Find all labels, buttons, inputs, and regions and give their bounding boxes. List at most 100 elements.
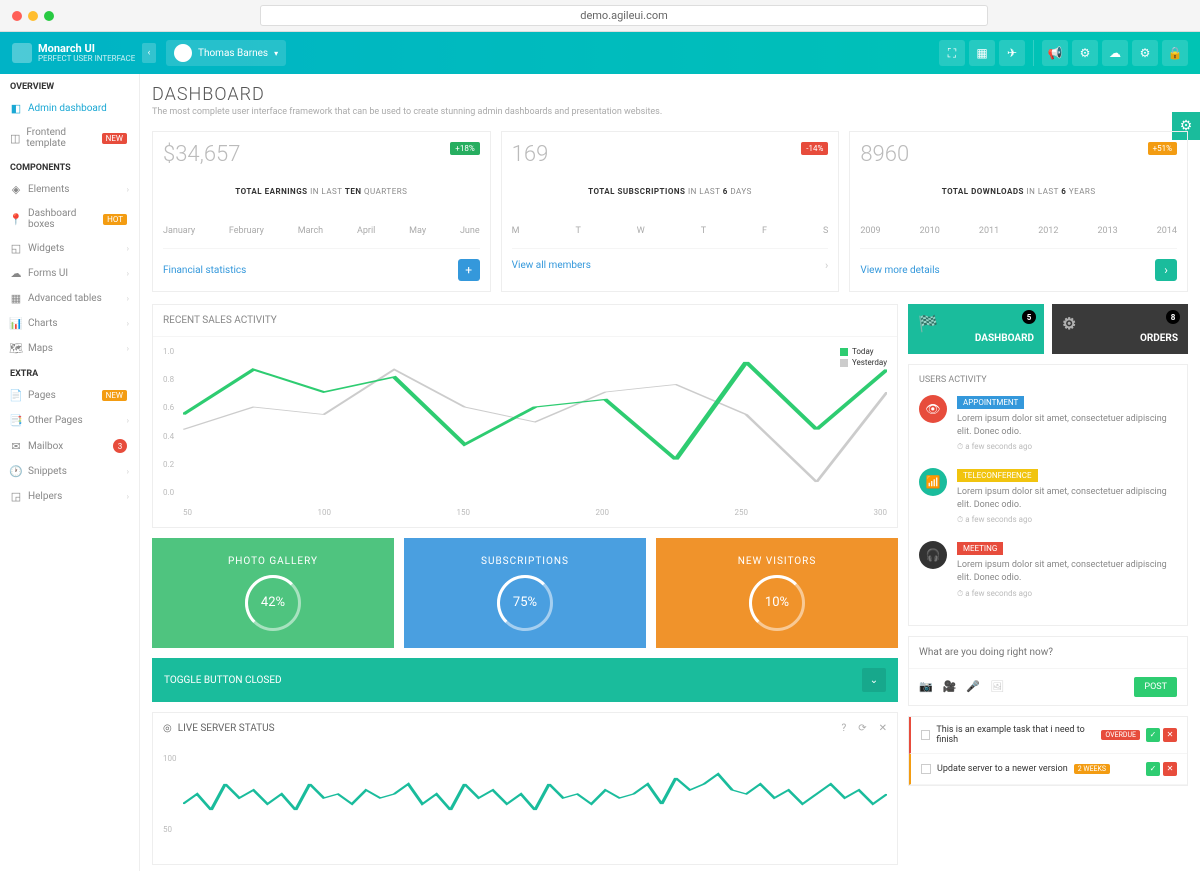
nav-charts[interactable]: 📊Charts› — [0, 311, 139, 336]
target-icon: ◎ — [163, 723, 172, 734]
nav-helpers[interactable]: ◲Helpers› — [0, 484, 139, 509]
url-bar[interactable]: demo.agileui.com — [260, 5, 988, 26]
checkbox[interactable] — [921, 764, 931, 774]
nav-admin-dashboard[interactable]: ◧Admin dashboard — [0, 96, 139, 121]
server-line-svg — [183, 754, 887, 834]
tab-row: 🏁5DASHBOARD ⚙8ORDERS — [908, 304, 1188, 354]
circle-stat: 10% — [749, 575, 805, 631]
nav-tables[interactable]: ▦Advanced tables› — [0, 286, 139, 311]
chart-icon: 📊 — [10, 317, 22, 330]
tile-visitors[interactable]: NEW VISITORS10% — [656, 538, 898, 648]
send-icon[interactable]: ✈ — [999, 40, 1025, 66]
lock-icon[interactable]: 🔒 — [1162, 40, 1188, 66]
grid-icon[interactable]: ▦ — [969, 40, 995, 66]
circle-stat: 42% — [245, 575, 301, 631]
close-window-icon[interactable] — [12, 11, 22, 21]
gear-icon[interactable]: ⚙ — [1132, 40, 1158, 66]
panel-title: RECENT SALES ACTIVITY — [153, 305, 897, 337]
stat-link[interactable]: View more details — [860, 265, 939, 276]
nav-pages[interactable]: 📄PagesNEW — [0, 383, 139, 408]
camera-icon[interactable]: 📷 — [919, 680, 933, 693]
activity-item: 📶 TELECONFERENCELorem ipsum dolor sit am… — [919, 468, 1177, 525]
expand-icon[interactable]: ⛶ — [939, 40, 965, 66]
sidebar-collapse-button[interactable]: ‹ — [142, 43, 156, 63]
check-button[interactable]: ✓ — [1146, 728, 1160, 742]
maximize-window-icon[interactable] — [44, 11, 54, 21]
sales-chart-panel: RECENT SALES ACTIVITY Today Yesterday 1.… — [152, 304, 898, 528]
mail-icon: ✉ — [10, 440, 22, 453]
tab-orders[interactable]: ⚙8ORDERS — [1052, 304, 1188, 354]
line-chart-svg — [183, 347, 887, 497]
y-axis: 1.00.80.60.40.20.0 — [163, 347, 174, 497]
minimize-window-icon[interactable] — [28, 11, 38, 21]
chevron-down-icon: ⌄ — [862, 668, 886, 692]
delete-button[interactable]: ✕ — [1163, 762, 1177, 776]
close-icon[interactable]: ✕ — [879, 723, 887, 734]
sliders-icon[interactable]: ⚙ — [1072, 40, 1098, 66]
nav-mailbox[interactable]: ✉Mailbox3 — [0, 433, 139, 459]
stat-badge: +51% — [1148, 142, 1177, 155]
sidebar: OVERVIEW ◧Admin dashboard ◫Frontend temp… — [0, 32, 140, 871]
activity-item: 👁 APPOINTMENTLorem ipsum dolor sit amet,… — [919, 395, 1177, 452]
table-icon: ▦ — [10, 292, 22, 305]
nav-header-extra: EXTRA — [0, 361, 139, 383]
stat-downloads: 8960 +51% TOTAL DOWNLOADS IN LAST 6 YEAR… — [849, 131, 1188, 292]
toggle-button[interactable]: TOGGLE BUTTON CLOSED ⌄ — [152, 658, 898, 702]
compose-box: 📷 🎥 🎤 🖼 POST — [908, 636, 1188, 706]
check-button[interactable]: ✓ — [1146, 762, 1160, 776]
tile-gallery[interactable]: PHOTO GALLERY42% — [152, 538, 394, 648]
clock-icon: 🕐 — [10, 465, 22, 478]
stat-axis: MTWTFS — [512, 226, 829, 236]
stat-link[interactable]: Financial statistics — [163, 265, 246, 276]
user-menu[interactable]: Thomas Barnes ▾ — [166, 40, 286, 66]
image-icon[interactable]: 🖼 — [990, 680, 1004, 693]
pin-icon: 📍 — [10, 213, 22, 226]
add-button[interactable]: + — [458, 259, 480, 281]
stat-earnings: $34,657 +18% TOTAL EARNINGS IN LAST TEN … — [152, 131, 491, 292]
tab-dashboard[interactable]: 🏁5DASHBOARD — [908, 304, 1044, 354]
divider — [1033, 40, 1034, 66]
mic-icon[interactable]: 🎤 — [966, 680, 980, 693]
megaphone-icon[interactable]: 📢 — [1042, 40, 1068, 66]
stat-axis: JanuaryFebruaryMarchAprilMayJune — [163, 226, 480, 236]
server-y-axis: 10050 — [163, 754, 177, 834]
more-button[interactable]: › — [1155, 259, 1177, 281]
nav-snippets[interactable]: 🕐Snippets› — [0, 459, 139, 484]
stat-value: $34,657 — [163, 142, 480, 167]
video-icon[interactable]: 🎥 — [943, 680, 957, 693]
avatar — [174, 44, 192, 62]
nav-maps[interactable]: 🗺Maps› — [0, 336, 139, 361]
nav-forms[interactable]: ☁Forms UI› — [0, 261, 139, 286]
template-icon: ◫ — [10, 132, 20, 145]
compose-input[interactable] — [909, 637, 1187, 668]
form-icon: ☁ — [10, 267, 22, 280]
help-icon[interactable]: ? — [841, 723, 846, 734]
nav-widgets[interactable]: ◱Widgets› — [0, 236, 139, 261]
brand-logo[interactable]: Monarch UI PERFECT USER INTERFACE — [12, 43, 142, 64]
checkbox[interactable] — [921, 730, 930, 740]
stat-value: 169 — [512, 142, 829, 167]
page-subtitle: The most complete user interface framewo… — [152, 107, 1188, 117]
stat-link[interactable]: View all members — [512, 260, 591, 271]
nav-dashboard-boxes[interactable]: 📍Dashboard boxesHOT — [0, 202, 139, 236]
logo-icon — [12, 43, 32, 63]
gears-icon: ⚙ — [1062, 314, 1076, 333]
cloud-icon[interactable]: ☁ — [1102, 40, 1128, 66]
chevron-right-icon: › — [127, 492, 129, 501]
post-button[interactable]: POST — [1134, 677, 1177, 697]
activity-item: 🎧 MEETINGLorem ipsum dolor sit amet, con… — [919, 541, 1177, 598]
stat-label: TOTAL SUBSCRIPTIONS IN LAST 6 DAYS — [512, 187, 829, 196]
delete-button[interactable]: ✕ — [1163, 728, 1177, 742]
server-status-panel: ◎ LIVE SERVER STATUS ? ⟳ ✕ 10050 — [152, 712, 898, 865]
gauge-icon: 🏁 — [918, 314, 938, 333]
nav-other-pages[interactable]: 📑Other Pages› — [0, 408, 139, 433]
tile-subscriptions[interactable]: SUBSCRIPTIONS75% — [404, 538, 646, 648]
chevron-right-icon[interactable]: › — [825, 259, 828, 272]
refresh-icon[interactable]: ⟳ — [858, 723, 866, 734]
nav-frontend-template[interactable]: ◫Frontend templateNEW — [0, 121, 139, 155]
nav-elements[interactable]: ◈Elements› — [0, 177, 139, 202]
activity-title: USERS ACTIVITY — [919, 375, 1177, 385]
sales-chart: Today Yesterday 1.00.80.60.40.20.0 50100… — [153, 337, 897, 527]
activity-time: ⏱ a few seconds ago — [957, 442, 1177, 452]
task-item: This is an example task that i need to f… — [909, 717, 1187, 754]
